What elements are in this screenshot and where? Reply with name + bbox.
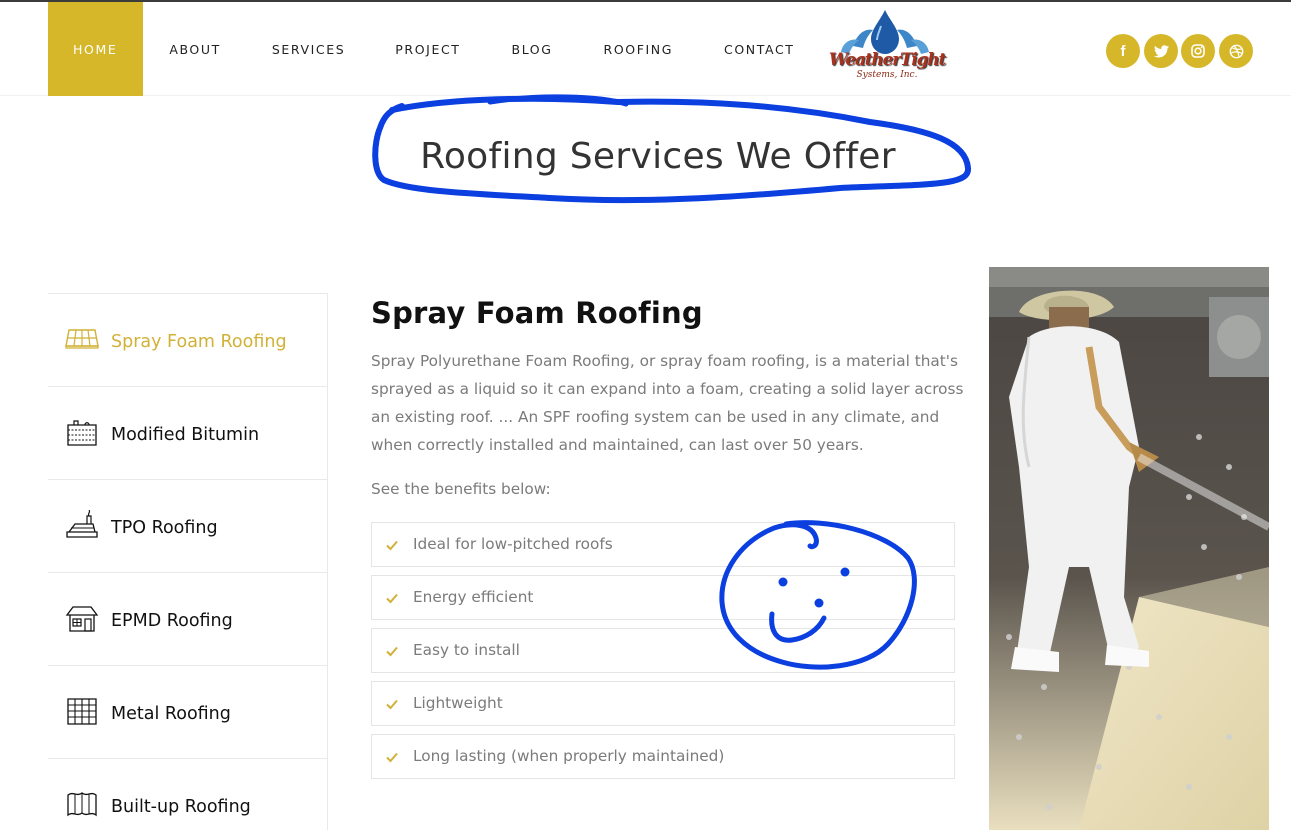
site-logo[interactable]: WeatherTight Systems, Inc. [813,8,959,90]
twitter-icon [1153,44,1169,57]
sidebar-item-epmd[interactable]: EPMD Roofing [48,573,327,666]
instagram-icon [1191,44,1205,58]
sidebar-item-built-up[interactable]: Built-up Roofing [48,759,327,830]
sidebar-item-tpo[interactable]: TPO Roofing [48,480,327,573]
instagram-button[interactable] [1181,34,1215,68]
benefit-label: Long lasting (when properly maintained) [413,747,725,765]
dribbble-button[interactable] [1219,34,1253,68]
nav-project[interactable]: PROJECT [395,2,460,96]
main-nav: HOME ABOUT SERVICES PROJECT BLOG ROOFING… [48,2,795,96]
nav-home[interactable]: HOME [48,2,144,96]
check-icon [386,699,398,710]
nav-services[interactable]: SERVICES [272,2,345,96]
sidebar-item-label: Metal Roofing [111,704,231,724]
check-icon [386,646,398,657]
roof-layers-icon [67,420,97,446]
check-icon [386,752,398,763]
sidebar-item-modified-bitumin[interactable]: Modified Bitumin [48,387,327,480]
sidebar-item-label: TPO Roofing [111,518,218,538]
nav-about[interactable]: ABOUT [169,2,221,96]
benefit-label: Ideal for low-pitched roofs [413,535,613,553]
sidebar-item-label: Built-up Roofing [111,797,251,817]
dribbble-icon [1229,44,1243,58]
nav-contact[interactable]: CONTACT [724,2,794,96]
house-icon [65,606,99,632]
sidebar-item-label: EPMD Roofing [111,611,233,631]
nav-blog[interactable]: BLOG [512,2,553,96]
benefit-label: Easy to install [413,641,520,659]
content-title: Spray Foam Roofing [371,296,703,330]
worker-spraying-foam-photo [989,267,1269,830]
facebook-icon: f [1120,42,1126,60]
metal-roof-icon [67,698,97,725]
sidebar-item-metal[interactable]: Metal Roofing [48,666,327,759]
logo-subtitle: Systems, Inc. [856,70,918,80]
annotation-smiley [719,520,917,670]
sidebar-item-label: Spray Foam Roofing [111,332,287,352]
logo-wordmark: WeatherTight [828,50,947,70]
benefit-label: Energy efficient [413,588,534,606]
benefit-item: Long lasting (when properly maintained) [371,734,955,779]
built-up-roof-icon [67,792,97,817]
solar-panel-icon [65,329,99,349]
check-icon [386,593,398,604]
twitter-button[interactable] [1144,34,1178,68]
facebook-button[interactable]: f [1106,34,1140,68]
benefit-item: Lightweight [371,681,955,726]
nav-roofing[interactable]: ROOFING [604,2,673,96]
content-description: Spray Polyurethane Foam Roofing, or spra… [371,352,964,454]
tpo-roof-icon [66,510,98,538]
sidebar-item-spray-foam[interactable]: Spray Foam Roofing [48,294,327,387]
services-sidebar: Spray Foam Roofing Modified Bitumin TPO … [48,293,328,830]
benefit-label: Lightweight [413,694,503,712]
annotation-oval [372,94,971,204]
site-header: HOME ABOUT SERVICES PROJECT BLOG ROOFING… [0,2,1291,96]
sidebar-item-label: Modified Bitumin [111,425,260,445]
benefits-intro: See the benefits below: [371,480,551,498]
check-icon [386,540,398,551]
